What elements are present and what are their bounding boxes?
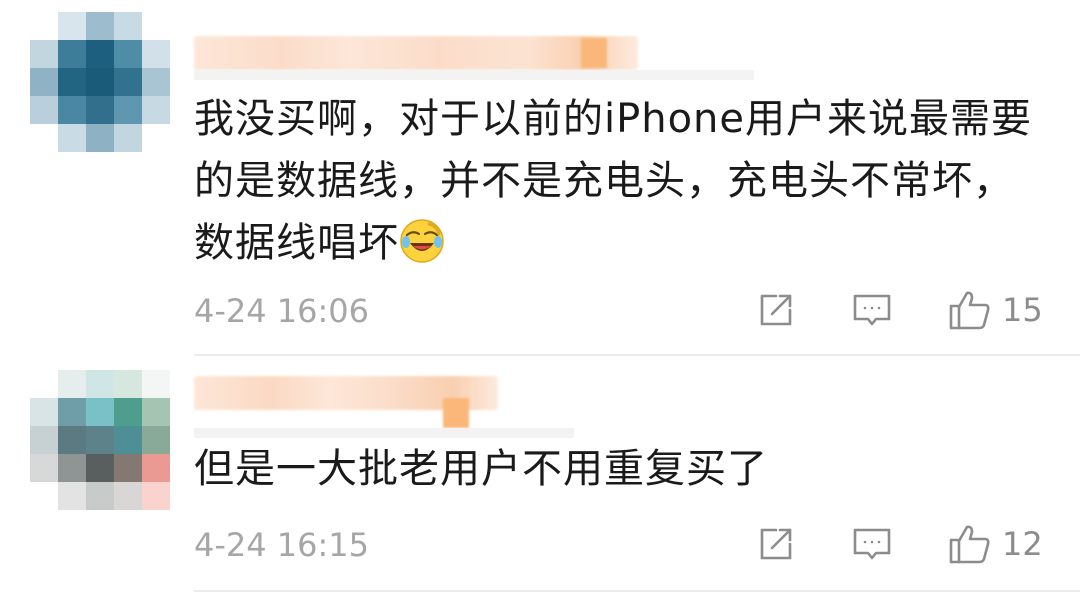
avatar-pixel — [30, 398, 58, 426]
avatar-pixel — [58, 482, 86, 510]
avatar-pixel — [142, 426, 170, 454]
avatar-pixel — [86, 68, 114, 96]
avatar-pixel — [58, 370, 86, 398]
username-blurred-shadow — [194, 428, 574, 438]
repost-button[interactable] — [756, 288, 796, 332]
comment-button[interactable] — [852, 522, 892, 566]
avatar-pixel — [30, 12, 58, 40]
avatar-pixel — [114, 370, 142, 398]
avatar-pixel — [58, 96, 86, 124]
avatar-pixel — [86, 370, 114, 398]
avatar-pixel — [58, 454, 86, 482]
username-blurred[interactable] — [194, 36, 638, 70]
like-button[interactable]: 12 — [948, 522, 1043, 566]
avatar-pixel — [142, 454, 170, 482]
like-button[interactable]: 15 — [948, 288, 1043, 332]
avatar-pixel — [86, 426, 114, 454]
comment-text-body: 但是一大批老用户不用重复买了 — [194, 446, 768, 492]
avatar-pixel — [30, 454, 58, 482]
repost-icon — [756, 290, 796, 330]
avatar-pixel — [30, 124, 58, 152]
thumbs-up-icon — [948, 522, 992, 566]
avatar-pixel — [30, 426, 58, 454]
comment-timestamp: 4-24 16:06 — [194, 292, 370, 330]
avatar-pixel — [30, 482, 58, 510]
avatar-pixel — [142, 96, 170, 124]
username-blurred-shadow — [194, 70, 754, 80]
avatar[interactable] — [30, 12, 170, 152]
avatar-pixel — [114, 96, 142, 124]
comment-text: 但是一大批老用户不用重复买了 — [194, 438, 1034, 500]
username-blurred-accent — [443, 398, 469, 428]
avatar-pixel — [58, 40, 86, 68]
repost-icon — [756, 524, 796, 564]
comment-icon — [852, 524, 892, 564]
avatar-pixel — [142, 124, 170, 152]
laugh-cry-emoji-icon — [399, 218, 445, 264]
avatar-pixel — [58, 12, 86, 40]
avatar-pixel — [114, 68, 142, 96]
avatar-pixel — [30, 370, 58, 398]
comment-meta: 4-24 16:06 15 — [194, 288, 1054, 332]
comment-text-body: 我没买啊，对于以前的iPhone用户来说最需要的是数据线，并不是充电头，充电头不… — [194, 96, 1033, 266]
comment-icon — [852, 290, 892, 330]
comment-text: 我没买啊，对于以前的iPhone用户来说最需要的是数据线，并不是充电头，充电头不… — [194, 88, 1034, 274]
divider — [194, 590, 1080, 592]
thumbs-up-icon — [948, 288, 992, 332]
avatar-pixel — [114, 12, 142, 40]
repost-button[interactable] — [756, 522, 796, 566]
avatar-pixel — [58, 124, 86, 152]
avatar-pixel — [86, 124, 114, 152]
avatar-pixel — [86, 40, 114, 68]
avatar-pixel — [114, 426, 142, 454]
avatar-pixel — [86, 482, 114, 510]
username-blurred-accent — [581, 38, 607, 68]
like-count: 15 — [1002, 291, 1043, 329]
avatar-pixel — [58, 68, 86, 96]
avatar-pixel — [30, 68, 58, 96]
avatar-pixel — [58, 398, 86, 426]
avatar-pixel — [86, 12, 114, 40]
avatar[interactable] — [30, 370, 170, 510]
avatar-pixel — [58, 426, 86, 454]
avatar-pixel — [86, 398, 114, 426]
avatar-pixel — [142, 40, 170, 68]
avatar-pixel — [142, 482, 170, 510]
comment-item: 我没买啊，对于以前的iPhone用户来说最需要的是数据线，并不是充电头，充电头不… — [0, 0, 1080, 356]
avatar-pixel — [142, 370, 170, 398]
avatar-pixel — [114, 398, 142, 426]
avatar-pixel — [114, 454, 142, 482]
avatar-pixel — [114, 40, 142, 68]
avatar-pixel — [142, 398, 170, 426]
avatar-pixel — [86, 454, 114, 482]
like-count: 12 — [1002, 525, 1043, 563]
avatar-pixel — [114, 482, 142, 510]
comment-timestamp: 4-24 16:15 — [194, 526, 370, 564]
comment-meta: 4-24 16:15 12 — [194, 522, 1054, 566]
avatar-pixel — [142, 68, 170, 96]
avatar-pixel — [114, 124, 142, 152]
comment-button[interactable] — [852, 288, 892, 332]
comment-item: 但是一大批老用户不用重复买了 4-24 16:15 12 — [0, 356, 1080, 594]
avatar-pixel — [30, 96, 58, 124]
avatar-pixel — [30, 40, 58, 68]
avatar-pixel — [86, 96, 114, 124]
avatar-pixel — [142, 12, 170, 40]
